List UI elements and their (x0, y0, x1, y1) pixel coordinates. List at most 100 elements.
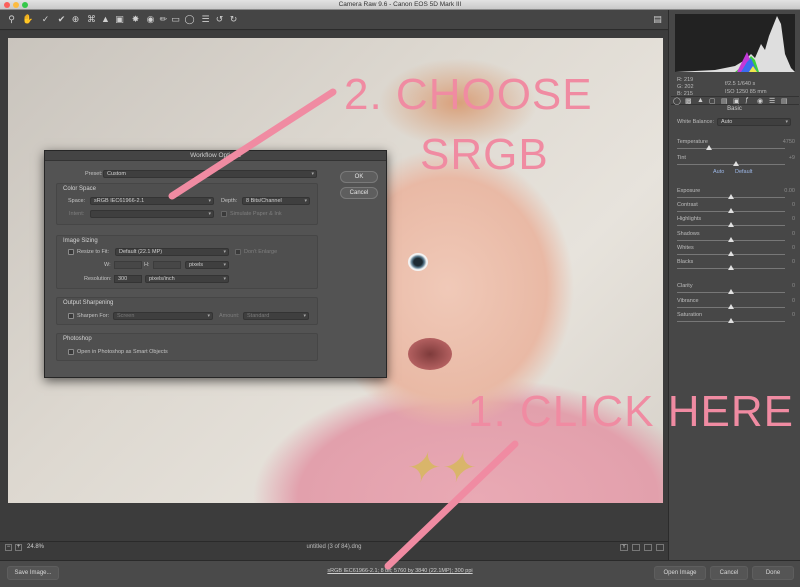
slider-value-saturation[interactable]: 0 (792, 312, 795, 318)
resolution-units-select[interactable]: pixels/inch (145, 275, 229, 283)
open-image-button[interactable]: Open Image (654, 566, 706, 580)
copy-settings-icon[interactable] (644, 544, 652, 551)
white-balance-label: White Balance: (677, 119, 714, 125)
dialog-cancel-button[interactable]: Cancel (340, 187, 378, 199)
simulate-paper-label: Simulate Paper & Ink (230, 211, 282, 217)
image-sizing-group: Image Sizing Resize to Fit: Default (22.… (56, 235, 318, 289)
slider-knob-highlights[interactable] (728, 222, 734, 227)
slider-value-contrast[interactable]: 0 (792, 202, 795, 208)
resize-to-fit-select[interactable]: Default (22.1 MP) (115, 248, 229, 256)
slider-knob-tint[interactable] (733, 161, 740, 166)
slider-value-blacks[interactable]: 0 (792, 259, 795, 265)
histogram-graph (675, 16, 795, 72)
slider-label-blacks: Blacks (677, 259, 694, 265)
lens-tab-icon[interactable]: ▣ (733, 97, 740, 105)
intent-select[interactable] (90, 210, 214, 218)
height-input[interactable] (153, 261, 181, 269)
simulate-paper-checkbox[interactable] (221, 211, 227, 217)
slider-value-shadows[interactable]: 0 (792, 231, 795, 237)
photo-shirt-print: ✦✦ (403, 443, 474, 492)
before-after-icon[interactable]: Y (620, 544, 628, 551)
snapshots-tab-icon[interactable]: ▤ (781, 97, 788, 105)
target-adjust-icon[interactable]: ⊕ (70, 14, 81, 25)
swap-icon[interactable] (632, 544, 640, 551)
slider-value-exposure[interactable]: 0.00 (784, 188, 795, 194)
slider-knob-exposure[interactable] (728, 194, 734, 199)
preferences-icon[interactable]: ☰ (200, 14, 211, 25)
tone-curve-tab-icon[interactable]: ▩ (685, 97, 692, 105)
slider-track-tint[interactable] (677, 164, 785, 165)
resolution-input[interactable]: 300 (114, 275, 142, 283)
dont-enlarge-checkbox[interactable] (235, 249, 241, 255)
rotate-cw-icon[interactable]: ↻ (228, 14, 239, 25)
width-input[interactable] (114, 261, 142, 269)
slider-knob-clarity[interactable] (728, 289, 734, 294)
workflow-options-dialog: Workflow Options Preset: Custom OK Cance… (44, 150, 387, 378)
amount-select[interactable]: Standard (243, 312, 309, 320)
slider-knob-temperature[interactable] (706, 145, 713, 150)
detail-tab-icon[interactable]: ▲ (697, 97, 704, 104)
effects-tab-icon[interactable]: ƒ (745, 97, 749, 104)
adjustment-brush-icon[interactable]: ✏ (158, 14, 169, 25)
toolbar: ⚲ ✋ ✓ ✔ ⊕ ⌘ ▲ ▣ ✸ ◉ ✏ ▭ ◯ ☰ ↺ ↻ ▤ (0, 10, 668, 30)
dont-enlarge-label: Don't Enlarge (244, 249, 278, 255)
done-button[interactable]: Done (752, 566, 794, 580)
slider-value-highlights[interactable]: 0 (792, 216, 795, 222)
white-balance-select[interactable]: Auto (717, 118, 791, 126)
cancel-button[interactable]: Cancel (710, 566, 748, 580)
slider-track-temperature[interactable] (677, 148, 785, 149)
split-toning-tab-icon[interactable]: ▤ (721, 97, 728, 105)
workflow-options-link-text[interactable]: sRGB IEC61966-2.1; 8 bit; 5760 by 3840 (… (327, 568, 472, 574)
preset-select[interactable]: Custom (103, 170, 317, 178)
radial-filter-icon[interactable]: ◯ (184, 14, 195, 25)
panel-title: Basic (727, 106, 742, 112)
color-sampler-icon[interactable]: ✔ (56, 14, 67, 25)
amount-label: Amount: (219, 313, 240, 319)
depth-select[interactable]: 8 Bits/Channel (242, 197, 310, 205)
photoshop-title: Photoshop (63, 336, 92, 342)
straighten-icon[interactable]: ▲ (100, 14, 111, 25)
slider-knob-whites[interactable] (728, 251, 734, 256)
slider-label-clarity: Clarity (677, 283, 693, 289)
slider-knob-blacks[interactable] (728, 265, 734, 270)
slider-knob-saturation[interactable] (728, 318, 734, 323)
hand-icon[interactable]: ✋ (22, 14, 33, 25)
ok-button[interactable]: OK (340, 171, 378, 183)
slider-value-temperature[interactable]: 4750 (783, 139, 795, 145)
rotate-ccw-icon[interactable]: ↺ (214, 14, 225, 25)
zoom-icon[interactable]: ⚲ (6, 14, 17, 25)
readout-r: R: 219 (677, 77, 694, 83)
slider-value-clarity[interactable]: 0 (792, 283, 795, 289)
resize-to-fit-checkbox[interactable] (68, 249, 74, 255)
sharpen-for-select[interactable]: Screen (113, 312, 213, 320)
slider-value-vibrance[interactable]: 0 (792, 298, 795, 304)
color-space-group: Color Space Space: sRGB IEC61966-2.1 Dep… (56, 183, 318, 225)
fullscreen-icon[interactable]: ▤ (652, 14, 663, 25)
color-space-select[interactable]: sRGB IEC61966-2.1 (90, 197, 214, 205)
size-units-select[interactable]: pixels (185, 261, 229, 269)
slider-value-tint[interactable]: +9 (789, 155, 795, 161)
preset-label: Preset: (85, 171, 103, 177)
graduated-filter-icon[interactable]: ▭ (170, 14, 181, 25)
slider-knob-vibrance[interactable] (728, 304, 734, 309)
presets-tab-icon[interactable]: ☰ (769, 97, 775, 105)
slider-knob-contrast[interactable] (728, 208, 734, 213)
toggle-settings-icon[interactable] (656, 544, 664, 551)
transform-icon[interactable]: ▣ (114, 14, 125, 25)
crop-icon[interactable]: ⌘ (86, 14, 97, 25)
hsl-tab-icon[interactable]: ▢ (709, 97, 716, 105)
sharpen-for-checkbox[interactable] (68, 313, 74, 319)
dialog-title: Workflow Options (45, 151, 386, 161)
basic-tab-icon[interactable]: ◯ (673, 97, 681, 105)
slider-value-whites[interactable]: 0 (792, 245, 795, 251)
color-space-title: Color Space (63, 186, 97, 192)
slider-label-exposure: Exposure (677, 188, 701, 194)
white-balance-icon[interactable]: ✓ (40, 14, 51, 25)
smart-objects-checkbox[interactable] (68, 349, 74, 355)
spot-removal-icon[interactable]: ✸ (130, 14, 141, 25)
slider-row-temperature: Temperature 4750 (677, 139, 795, 155)
red-eye-icon[interactable]: ◉ (145, 14, 156, 25)
camera-calibration-tab-icon[interactable]: ◉ (757, 97, 763, 105)
slider-knob-shadows[interactable] (728, 237, 734, 242)
filename-label: untitled (3 of 84).dng (306, 544, 362, 550)
